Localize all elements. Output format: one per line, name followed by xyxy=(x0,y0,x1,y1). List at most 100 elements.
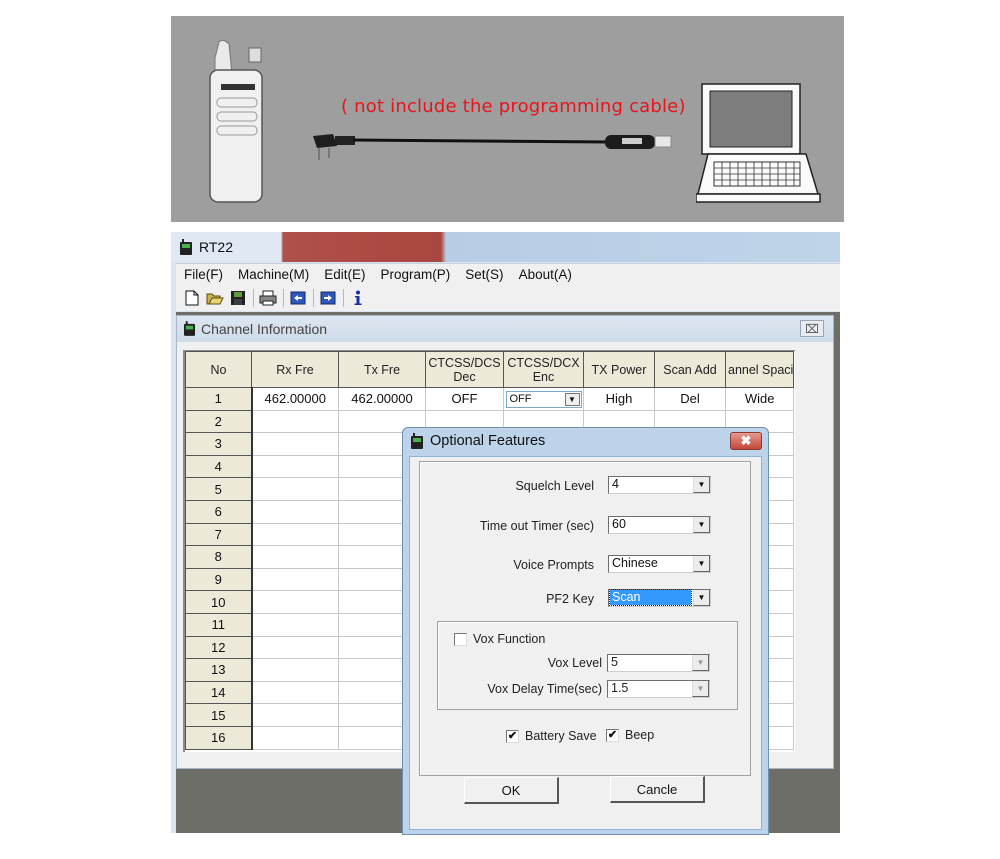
app-title: RT22 xyxy=(199,239,233,255)
row-number-cell[interactable]: 10 xyxy=(185,590,253,614)
banner-caption: ( not include the programming cable) xyxy=(341,96,686,117)
open-folder-icon[interactable] xyxy=(205,288,225,308)
row-number-cell[interactable]: 5 xyxy=(185,477,253,501)
ok-button[interactable]: OK xyxy=(464,777,559,804)
row-number-cell[interactable]: 1 xyxy=(185,387,253,411)
chevron-down-icon[interactable]: ▼ xyxy=(692,681,709,697)
table-row: 1 462.00000 462.00000 OFF OFF ▼ High Del Wide xyxy=(185,387,795,411)
row-number-cell[interactable]: 16 xyxy=(185,725,253,750)
menu-about[interactable]: About(A) xyxy=(519,267,572,282)
column-header-tx-power[interactable]: TX Power xyxy=(583,351,655,388)
column-header-ctcss-enc[interactable]: CTCSS/DCX Enc xyxy=(503,351,584,388)
write-to-radio-icon[interactable] xyxy=(318,288,338,308)
pf2-key-label: PF2 Key xyxy=(546,592,594,606)
vox-level-label: Vox Level xyxy=(547,656,602,670)
row-number-cell[interactable]: 6 xyxy=(185,499,253,524)
cell-rx-fre[interactable]: 462.00000 xyxy=(251,387,339,411)
channel-window-close-button[interactable]: ⌧ xyxy=(800,320,824,337)
cell-tx-fre[interactable]: 462.00000 xyxy=(338,387,426,411)
menu-machine[interactable]: Machine(M) xyxy=(238,267,309,282)
row-number-cell[interactable]: 11 xyxy=(185,612,253,637)
save-icon[interactable] xyxy=(228,288,248,308)
menu-set[interactable]: Set(S) xyxy=(465,267,503,282)
cancel-button[interactable]: Cancle xyxy=(610,776,705,803)
cell-rx-fre[interactable] xyxy=(251,454,339,479)
ctcss-enc-select[interactable]: OFF ▼ xyxy=(505,390,582,408)
column-header-rx-fre[interactable]: Rx Fre xyxy=(251,351,339,388)
product-banner: ( not include the programming cable) xyxy=(171,16,844,222)
squelch-level-select[interactable]: 4 ▼ xyxy=(608,476,711,494)
chevron-down-icon[interactable]: ▼ xyxy=(693,517,710,533)
cell-rx-fre[interactable] xyxy=(251,499,339,524)
cell-rx-fre[interactable] xyxy=(251,522,339,547)
time-out-timer-select[interactable]: 60 ▼ xyxy=(608,516,711,534)
read-from-radio-icon[interactable] xyxy=(288,288,308,308)
column-header-ctcss-dec[interactable]: CTCSS/DCS Dec xyxy=(425,351,504,388)
cell-rx-fre[interactable] xyxy=(251,703,339,727)
chevron-down-icon[interactable]: ▼ xyxy=(692,655,709,671)
cell-ctcss-dec[interactable]: OFF xyxy=(425,387,504,411)
beep-checkbox[interactable]: ✔ xyxy=(606,729,619,742)
row-number-cell[interactable]: 8 xyxy=(185,545,253,569)
app-titlebar[interactable]: RT22 xyxy=(171,232,840,262)
cell-rx-fre[interactable] xyxy=(251,409,339,434)
row-number-cell[interactable]: 12 xyxy=(185,635,253,660)
row-number-cell[interactable]: 13 xyxy=(185,658,253,682)
cell-rx-fre[interactable] xyxy=(251,635,339,660)
toolbar-separator xyxy=(343,289,344,307)
chevron-down-icon[interactable]: ▼ xyxy=(693,590,710,606)
cell-rx-fre[interactable] xyxy=(251,680,339,705)
dialog-close-button[interactable]: ✖ xyxy=(730,432,762,450)
menu-edit[interactable]: Edit(E) xyxy=(324,267,365,282)
menu-program[interactable]: Program(P) xyxy=(381,267,451,282)
cell-tx-power[interactable]: High xyxy=(583,387,655,411)
laptop-image xyxy=(696,83,821,203)
squelch-level-value: 4 xyxy=(612,477,619,491)
chevron-down-icon[interactable]: ▼ xyxy=(564,392,580,406)
cell-channel-spacing[interactable]: Wide xyxy=(724,387,795,411)
cell-rx-fre[interactable] xyxy=(251,725,339,750)
column-header-channel-spacing[interactable]: annel Spaci xyxy=(724,351,795,388)
info-icon[interactable] xyxy=(348,288,368,308)
optional-features-dialog: Optional Features ✖ Squelch Level 4 ▼ Ti… xyxy=(402,427,769,835)
pf2-key-select[interactable]: Scan ▼ xyxy=(608,589,711,607)
row-number-cell[interactable]: 7 xyxy=(185,522,253,547)
row-number-cell[interactable]: 15 xyxy=(185,703,253,727)
voice-prompts-select[interactable]: Chinese ▼ xyxy=(608,555,711,573)
chevron-down-icon[interactable]: ▼ xyxy=(693,556,710,572)
cell-rx-fre[interactable] xyxy=(251,477,339,501)
cell-rx-fre[interactable] xyxy=(251,658,339,682)
row-number-cell[interactable]: 3 xyxy=(185,432,253,456)
column-header-tx-fre[interactable]: Tx Fre xyxy=(338,351,426,388)
print-icon[interactable] xyxy=(258,288,278,308)
chevron-down-icon[interactable]: ▼ xyxy=(693,477,710,493)
radio-app-icon xyxy=(411,433,423,449)
row-number-cell[interactable]: 14 xyxy=(185,680,253,705)
radio-app-icon xyxy=(180,239,192,255)
vox-delay-time-value: 1.5 xyxy=(611,681,629,695)
cell-rx-fre[interactable] xyxy=(251,612,339,637)
row-number-cell[interactable]: 2 xyxy=(185,409,253,434)
battery-save-checkbox[interactable]: ✔ xyxy=(506,730,519,743)
dialog-title: Optional Features xyxy=(430,433,546,449)
cell-rx-fre[interactable] xyxy=(251,545,339,569)
vox-level-select[interactable]: 5 ▼ xyxy=(607,654,710,672)
new-file-icon[interactable] xyxy=(182,288,202,308)
cell-rx-fre[interactable] xyxy=(251,590,339,614)
row-number-cell[interactable]: 9 xyxy=(185,567,253,592)
column-header-scan-add[interactable]: Scan Add xyxy=(654,351,726,388)
channel-window-titlebar[interactable]: Channel Information ⌧ xyxy=(177,316,833,342)
radio-app-icon xyxy=(184,321,195,336)
cell-rx-fre[interactable] xyxy=(251,567,339,592)
vox-function-checkbox[interactable] xyxy=(454,633,467,646)
vox-delay-time-select[interactable]: 1.5 ▼ xyxy=(607,680,710,698)
row-number-cell[interactable]: 4 xyxy=(185,454,253,479)
menu-file[interactable]: File(F) xyxy=(184,267,223,282)
toolbar-separator xyxy=(253,289,254,307)
column-header-no[interactable]: No xyxy=(185,351,252,388)
cell-ctcss-enc[interactable]: OFF ▼ xyxy=(503,387,584,411)
cell-scan-add[interactable]: Del xyxy=(654,387,726,411)
walkie-talkie-image xyxy=(209,39,263,203)
cell-rx-fre[interactable] xyxy=(251,432,339,456)
dialog-titlebar[interactable]: Optional Features ✖ xyxy=(403,428,768,456)
